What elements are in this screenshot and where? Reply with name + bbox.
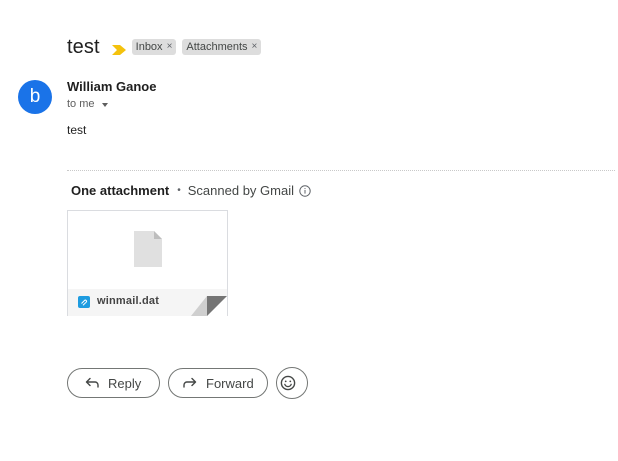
forward-arrow-icon <box>183 377 197 388</box>
remove-label-icon[interactable]: × <box>252 40 258 54</box>
sender-name[interactable]: William Ganoe <box>67 79 156 94</box>
reply-label: Reply <box>108 375 142 391</box>
avatar-letter: b <box>29 86 41 107</box>
importance-marker-icon[interactable] <box>111 42 126 55</box>
remove-label-icon[interactable]: × <box>167 40 173 54</box>
email-body: test <box>67 123 87 137</box>
label-chip-text: Attachments <box>186 41 248 53</box>
subject-row: test Inbox × Attachments × <box>67 35 262 59</box>
reply-button[interactable]: Reply <box>67 368 160 398</box>
recipient-row: to me <box>67 98 108 110</box>
attachments-header: One attachment • Scanned by Gmail <box>71 183 311 198</box>
attachment-file-type-icon <box>78 296 90 308</box>
show-details-chevron-down-icon[interactable] <box>101 102 108 107</box>
attachment-card[interactable]: winmail.dat <box>67 210 228 316</box>
email-subject: test <box>67 35 100 58</box>
scanned-by-gmail-text: Scanned by Gmail <box>187 183 294 198</box>
attachments-divider <box>67 170 615 171</box>
emoji-smile-icon <box>280 375 295 391</box>
emoji-reaction-button[interactable] <box>276 367 308 399</box>
attachments-separator: • <box>177 185 181 196</box>
attachment-filename: winmail.dat <box>97 295 160 307</box>
file-icon <box>134 231 162 267</box>
recipient-text: to me <box>67 98 95 110</box>
forward-button[interactable]: Forward <box>168 368 268 398</box>
reply-arrow-icon <box>85 377 99 388</box>
label-chip-attachments[interactable]: Attachments × <box>182 39 262 55</box>
message-actions: Reply Forward <box>67 367 308 399</box>
sender-avatar[interactable]: b <box>18 80 52 114</box>
attachment-preview[interactable] <box>68 211 227 291</box>
page-corner-fold-icon <box>191 296 227 316</box>
info-icon[interactable] <box>299 184 311 197</box>
forward-label: Forward <box>206 375 254 391</box>
label-chip-inbox[interactable]: Inbox × <box>131 39 177 55</box>
attachments-title: One attachment <box>71 183 170 198</box>
label-chip-text: Inbox <box>135 41 163 53</box>
